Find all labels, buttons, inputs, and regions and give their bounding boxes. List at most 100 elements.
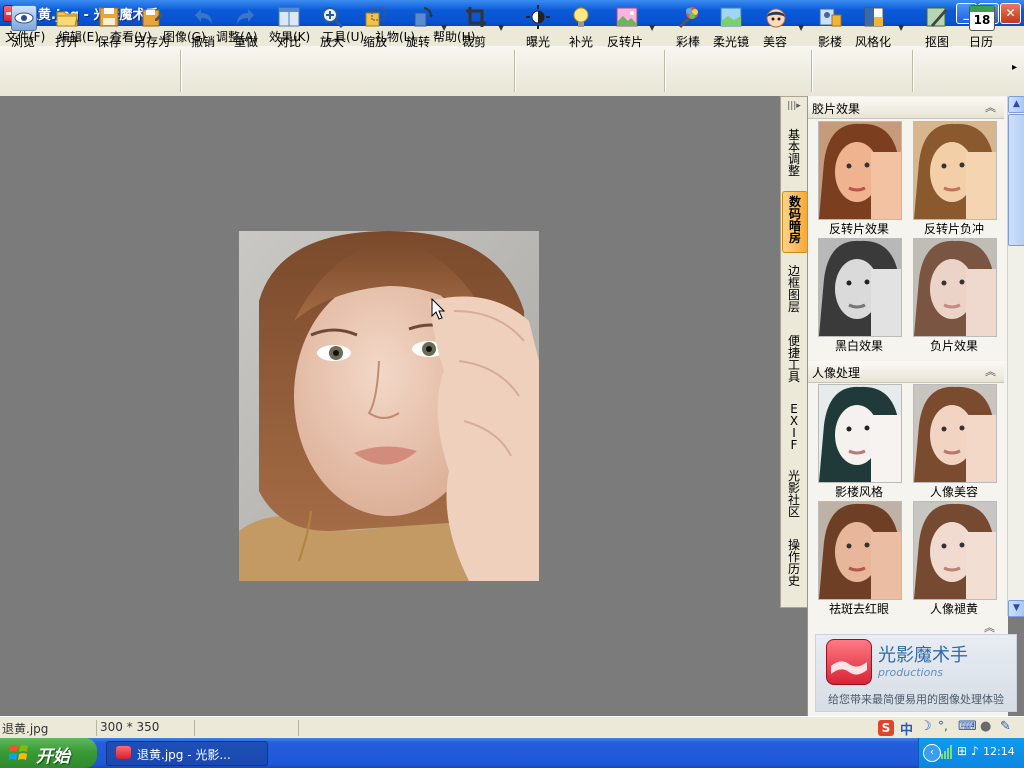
- resize-button[interactable]: 缩放: [354, 3, 396, 49]
- studio-portrait-icon: [818, 5, 842, 29]
- vertical-tab-bar: |||▸ 基本调整 数码暗房 边框图层 便捷工具 EXIF 光影社区 操作历史: [780, 96, 809, 608]
- edited-photo[interactable]: [239, 231, 539, 581]
- reverse-film-effect-thumbnail[interactable]: [818, 121, 902, 220]
- half-width-moon-icon[interactable]: ☽: [920, 719, 932, 734]
- signal-icon[interactable]: [941, 745, 953, 759]
- taskbar-window-button[interactable]: 退黄.jpg - 光影...: [106, 741, 268, 766]
- face-icon: [764, 5, 788, 29]
- tab-quick-tools[interactable]: 便捷工具: [782, 335, 806, 383]
- undo-button[interactable]: 撤销: [182, 3, 224, 49]
- floppy-pen-icon: [140, 5, 164, 29]
- ime-bar[interactable]: S 中 ☽ °, ⌨ ● ✎: [876, 719, 1022, 738]
- redo-button[interactable]: 重做: [225, 3, 267, 49]
- studio-button[interactable]: 影楼: [812, 3, 848, 49]
- negative-thumbnail[interactable]: [913, 238, 997, 337]
- exposure-button[interactable]: 曝光: [517, 3, 559, 49]
- scroll-thumb[interactable]: [1008, 114, 1024, 246]
- panel-toggle-icon[interactable]: |||▸: [783, 101, 805, 111]
- stylize-dropdown-icon[interactable]: ▼: [898, 23, 904, 32]
- tab-exif-label: EXIF: [789, 402, 799, 452]
- color-wand-button[interactable]: 彩棒: [667, 3, 709, 49]
- beauty-dropdown-icon[interactable]: ▼: [798, 23, 804, 32]
- toolbar-separator: [514, 50, 516, 92]
- calendar-icon: 18: [969, 5, 995, 31]
- cutout-label: 抠图: [924, 35, 949, 49]
- tab-community[interactable]: 光影社区: [782, 470, 806, 518]
- promo-collapse-icon[interactable]: ︽: [984, 619, 995, 635]
- punctuation-icon[interactable]: °,: [938, 719, 948, 733]
- save-button[interactable]: 保存: [88, 3, 130, 49]
- system-tray: ‹ ⊞ ♪ 12:14: [918, 738, 1024, 768]
- tray-expand-icon[interactable]: ‹: [923, 744, 941, 762]
- brand-subtitle: productions: [878, 666, 944, 679]
- spot-redeye-thumbnail[interactable]: [818, 501, 902, 600]
- black-white-thumbnail[interactable]: [818, 238, 902, 337]
- ime-mode-toggle[interactable]: 中: [900, 719, 913, 738]
- soft-lens-button[interactable]: 柔光镜: [710, 3, 752, 49]
- open-button[interactable]: 打开: [46, 3, 88, 49]
- save-as-button[interactable]: 另存为: [130, 3, 174, 49]
- ime-logo-icon[interactable]: S: [878, 720, 894, 736]
- scroll-down-icon[interactable]: ▼: [1008, 600, 1024, 617]
- zoom-in-label: 放大: [319, 35, 344, 49]
- section-film-effects-header[interactable]: 胶片效果 ︽: [808, 97, 1004, 119]
- section-title: 胶片效果: [812, 102, 861, 116]
- browse-button[interactable]: 浏览: [2, 3, 44, 49]
- compare-icon: [277, 5, 301, 29]
- reverse-film-push-thumbnail[interactable]: [913, 121, 997, 220]
- rotate-button[interactable]: 旋转 ▼: [397, 3, 447, 49]
- wrench-icon[interactable]: ✎: [1000, 719, 1011, 734]
- panel-scrollbar[interactable]: ▲ ▼: [1007, 96, 1024, 617]
- floppy-icon: [97, 5, 121, 29]
- rotate-icon: [410, 5, 434, 29]
- tab-digital-darkroom[interactable]: 数码暗房: [782, 191, 808, 253]
- keyboard-icon[interactable]: ⌨: [958, 719, 977, 734]
- tab-border-layer[interactable]: 边框图层: [782, 265, 806, 313]
- close-button[interactable]: ✕: [1000, 3, 1021, 24]
- portrait-beauty-thumbnail[interactable]: [913, 384, 997, 483]
- undo-arrow-icon: [191, 5, 215, 29]
- crop-dropdown-icon[interactable]: ▼: [498, 23, 504, 32]
- calendar-button[interactable]: 18 日历: [960, 3, 1002, 49]
- clock[interactable]: 12:14: [983, 745, 1015, 758]
- zoom-in-button[interactable]: 放大: [311, 3, 353, 49]
- user-icon[interactable]: ●: [980, 719, 991, 734]
- calendar-header: [970, 6, 994, 12]
- tab-basic-adjust[interactable]: 基本调整: [782, 129, 806, 177]
- tab-history[interactable]: 操作历史: [782, 539, 806, 587]
- taskbar: 开始 退黄.jpg - 光影... ‹ ⊞ ♪ 12:14: [0, 738, 1024, 768]
- thumbnail-label: 反转片效果: [828, 222, 889, 236]
- scroll-up-icon[interactable]: ▲: [1008, 96, 1024, 113]
- rotate-dropdown-icon[interactable]: ▼: [441, 23, 447, 32]
- reverse-film-dropdown-icon[interactable]: ▼: [649, 23, 655, 32]
- status-filename: 退黄.jpg: [0, 720, 97, 736]
- start-button[interactable]: 开始: [0, 738, 97, 768]
- crop-button[interactable]: 裁剪 ▼: [452, 3, 510, 49]
- toolbar-more-icon[interactable]: ▸: [1012, 62, 1017, 73]
- compare-button[interactable]: 对比: [268, 3, 310, 49]
- collapse-icon[interactable]: ︽: [985, 99, 996, 115]
- undo-label: 撤销: [190, 35, 215, 49]
- section-portrait-header[interactable]: 人像处理 ︽: [808, 361, 1004, 383]
- studio-style-thumbnail[interactable]: [818, 384, 902, 483]
- crop-label: 裁剪: [461, 35, 486, 49]
- fill-light-button[interactable]: 补光: [560, 3, 602, 49]
- stylize-button[interactable]: 风格化 ▼: [850, 3, 908, 49]
- fill-light-label: 补光: [568, 35, 593, 49]
- thumbnail-label: 黑白效果: [834, 339, 883, 353]
- tab-quick-tools-label: 便捷工具: [787, 334, 800, 384]
- taskbar-window-title: 退黄.jpg - 光影...: [137, 748, 231, 762]
- promo-banner[interactable]: 光影魔术手 productions 给您带来最简便易用的图像处理体验: [815, 634, 1017, 712]
- reverse-film-button[interactable]: 反转片 ▼: [603, 3, 659, 49]
- redo-arrow-icon: [234, 5, 258, 29]
- calendar-label: 日历: [968, 35, 993, 49]
- beauty-button[interactable]: 美容 ▼: [754, 3, 808, 49]
- portrait-unyellow-thumbnail[interactable]: [913, 501, 997, 600]
- cutout-button[interactable]: 抠图: [916, 3, 958, 49]
- save-as-label: 另存为: [133, 35, 170, 49]
- volume-icon[interactable]: ♪: [971, 744, 979, 758]
- network-icon[interactable]: ⊞: [957, 744, 967, 758]
- collapse-icon[interactable]: ︽: [985, 363, 996, 379]
- tab-exif[interactable]: EXIF: [782, 403, 806, 451]
- resize-icon: [363, 5, 387, 29]
